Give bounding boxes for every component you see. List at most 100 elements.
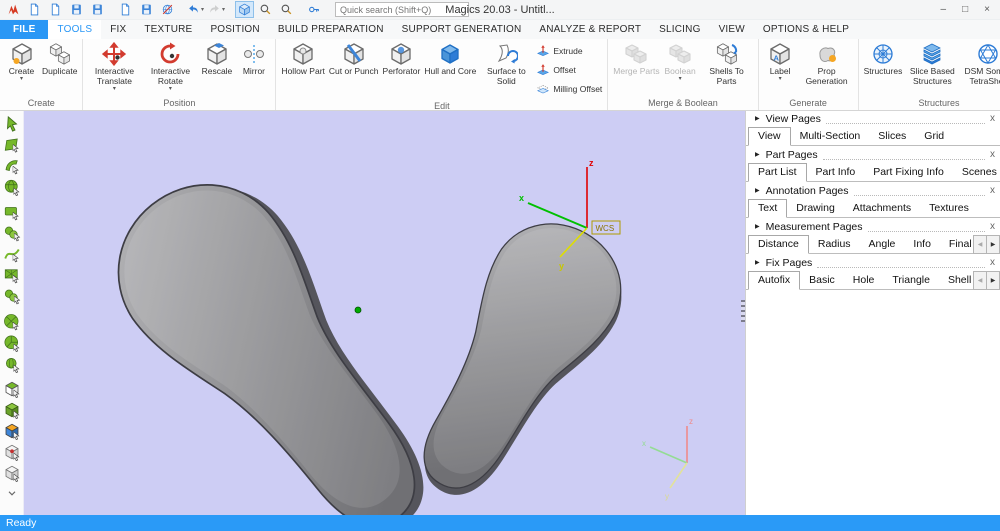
page-tab-grid[interactable]: Grid <box>915 128 953 145</box>
tab-options-help[interactable]: OPTIONS & HELP <box>754 19 858 39</box>
panel-splitter-handle[interactable] <box>741 300 745 322</box>
page-tab-part-list[interactable]: Part List <box>748 163 807 182</box>
part-insole-left[interactable] <box>84 148 476 515</box>
page-tab-view[interactable]: View <box>748 127 791 146</box>
close-icon[interactable]: x <box>990 114 995 124</box>
page-tab-radius[interactable]: Radius <box>809 236 860 253</box>
page-tab-multi-section[interactable]: Multi-Section <box>791 128 870 145</box>
mark-small-sphere-tool[interactable] <box>2 354 22 374</box>
save-icon[interactable] <box>67 1 86 18</box>
tab-position[interactable]: POSITION <box>201 19 268 39</box>
perforator-button[interactable]: Perforator <box>381 41 423 77</box>
minimize-button[interactable]: – <box>941 5 947 15</box>
interactive-rotate-button[interactable]: Interactive Rotate▾ <box>142 41 198 93</box>
cut-or-punch-button[interactable]: Cut or Punch <box>327 41 381 77</box>
zoom-view-icon[interactable] <box>256 1 275 18</box>
collapse-arrow-icon[interactable]: ▶ <box>755 115 760 122</box>
tab-tools[interactable]: TOOLS <box>48 19 101 39</box>
import-part-icon[interactable] <box>116 1 135 18</box>
page-tab-autofix[interactable]: Autofix <box>748 271 800 290</box>
close-button[interactable]: × <box>984 5 990 15</box>
quick-search-input[interactable] <box>335 2 469 17</box>
mark-window-tool[interactable] <box>2 135 22 155</box>
redo-icon[interactable]: ▾ <box>207 1 226 18</box>
close-icon[interactable]: x <box>990 150 995 160</box>
mark-plane-tool[interactable] <box>2 379 22 399</box>
mark-cross-section-tool[interactable] <box>2 312 22 332</box>
page-tab-text[interactable]: Text <box>748 199 787 218</box>
new-scene-icon[interactable] <box>25 1 44 18</box>
more-tools[interactable] <box>2 484 22 504</box>
tab-analyze-report[interactable]: ANALYZE & REPORT <box>530 19 650 39</box>
page-tab-hole[interactable]: Hole <box>844 272 884 289</box>
measurement-view-icon[interactable] <box>277 1 296 18</box>
mark-box-tool[interactable] <box>2 421 22 441</box>
scroll-left-button[interactable]: ◀ <box>973 235 987 254</box>
mark-connected-tool[interactable] <box>2 286 22 306</box>
offset-button[interactable]: Offset <box>536 63 602 77</box>
collapse-arrow-icon[interactable]: ▶ <box>755 223 760 230</box>
page-tab-drawing[interactable]: Drawing <box>787 200 844 217</box>
hollow-part-button[interactable]: Hollow Part <box>279 41 326 77</box>
quick-search-key-icon[interactable] <box>305 1 324 18</box>
close-icon[interactable]: x <box>990 222 995 232</box>
dropdown-caret-icon[interactable]: ▾ <box>222 6 225 13</box>
mark-shell-tool[interactable] <box>2 177 22 197</box>
hull-and-core-button[interactable]: Hull and Core <box>422 41 478 77</box>
collapse-arrow-icon[interactable]: ▶ <box>755 151 760 158</box>
mirror-button[interactable]: Mirror <box>235 41 272 77</box>
close-icon[interactable]: x <box>990 186 995 196</box>
mark-part-tool[interactable] <box>2 463 22 483</box>
label-button[interactable]: Label▾ <box>762 41 799 83</box>
prop-generation-button[interactable]: Prop Generation <box>799 41 855 87</box>
undo-icon[interactable]: ▾ <box>186 1 205 18</box>
tab-fix[interactable]: FIX <box>101 19 135 39</box>
open-scene-icon[interactable] <box>46 1 65 18</box>
viewport[interactable]: z x y WCS z x y <box>23 110 745 515</box>
extrude-button[interactable]: Extrude <box>536 44 602 58</box>
mark-sphere-tool[interactable] <box>2 333 22 353</box>
dsm-somos-tetrashell-button[interactable]: DSM Somos TetraShell <box>960 41 1000 87</box>
mark-brush-tool[interactable] <box>2 156 22 176</box>
export-part-icon[interactable] <box>137 1 156 18</box>
page-tab-attachments[interactable]: Attachments <box>844 200 920 217</box>
part-insole-right[interactable] <box>382 201 647 515</box>
mark-rectangle-tool[interactable] <box>2 202 22 222</box>
scroll-right-button[interactable]: ▶ <box>986 235 1000 254</box>
tab-support-generation[interactable]: SUPPORT GENERATION <box>393 19 531 39</box>
page-tab-info[interactable]: Info <box>904 236 940 253</box>
viewport-canvas[interactable]: z x y WCS z x y <box>23 110 745 515</box>
page-tab-textures[interactable]: Textures <box>920 200 978 217</box>
mark-surface-tool[interactable] <box>2 400 22 420</box>
page-tab-slices[interactable]: Slices <box>869 128 915 145</box>
slice-based-structures-button[interactable]: Slice Based Structures <box>904 41 960 87</box>
magics-logo[interactable] <box>4 1 23 18</box>
create-button[interactable]: Create▾ <box>3 41 40 83</box>
mark-window-triangles-tool[interactable] <box>2 265 22 285</box>
save-as-icon[interactable] <box>88 1 107 18</box>
restore-button[interactable]: □ <box>962 5 968 15</box>
structures-button[interactable]: Structures <box>862 41 905 77</box>
scroll-right-button[interactable]: ▶ <box>986 271 1000 290</box>
close-icon[interactable]: x <box>990 258 995 268</box>
shells-to-parts-button[interactable]: Shells To Parts <box>699 41 755 87</box>
surface-to-solid-button[interactable]: Surface to Solid <box>478 41 534 87</box>
mark-ellipse-tool[interactable] <box>2 223 22 243</box>
tab-view[interactable]: VIEW <box>710 19 754 39</box>
scroll-left-button[interactable]: ◀ <box>973 271 987 290</box>
page-tab-part-fixing-info[interactable]: Part Fixing Info <box>864 164 953 181</box>
tab-build-preparation[interactable]: BUILD PREPARATION <box>269 19 393 39</box>
dropdown-caret-icon[interactable]: ▾ <box>201 6 204 13</box>
milling-offset-button[interactable]: Milling Offset <box>536 82 602 96</box>
page-tab-part-info[interactable]: Part Info <box>807 164 865 181</box>
interactive-translate-button[interactable]: Interactive Translate▾ <box>86 41 142 93</box>
tab-texture[interactable]: TEXTURE <box>135 19 201 39</box>
unload-parts-icon[interactable] <box>158 1 177 18</box>
select-items-tool[interactable] <box>2 114 22 134</box>
collapse-arrow-icon[interactable]: ▶ <box>755 259 760 266</box>
mark-bad-edges-tool[interactable] <box>2 442 22 462</box>
page-tab-scenes[interactable]: Scenes <box>953 164 1000 181</box>
collapse-arrow-icon[interactable]: ▶ <box>755 187 760 194</box>
page-tab-angle[interactable]: Angle <box>860 236 905 253</box>
tab-file[interactable]: FILE <box>0 19 48 39</box>
